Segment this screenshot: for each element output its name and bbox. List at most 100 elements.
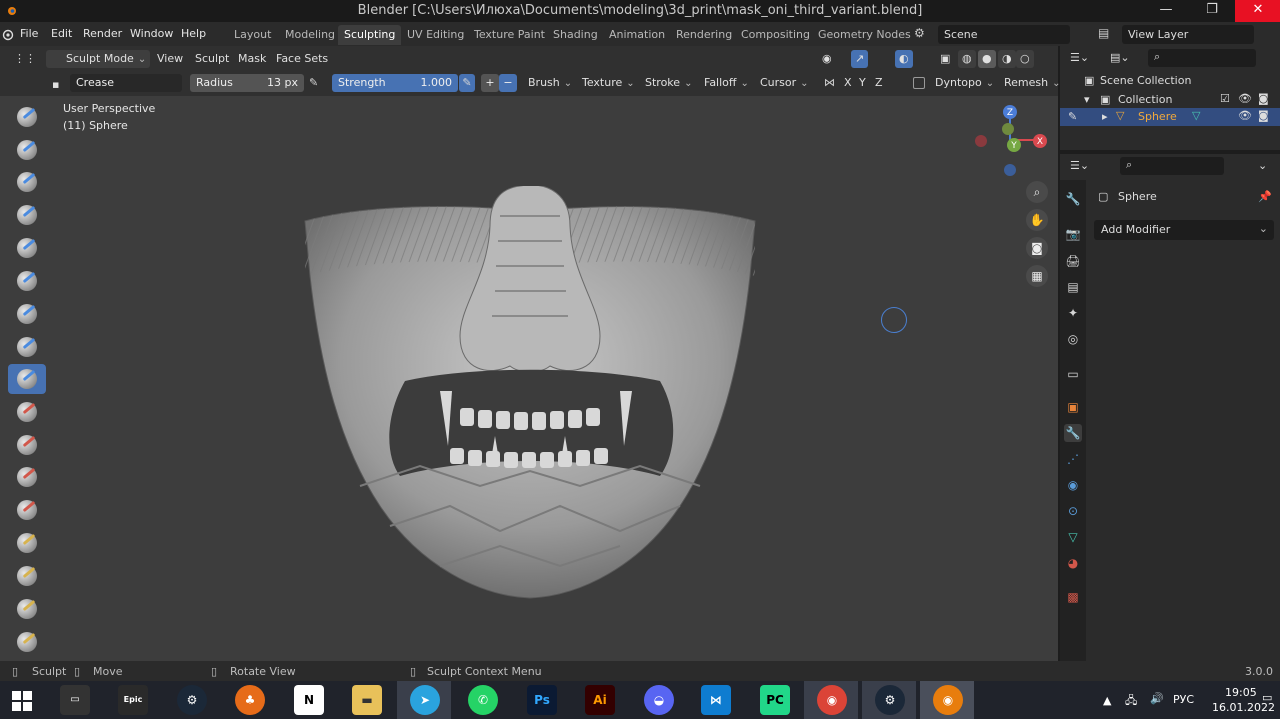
symmetry-y-toggle[interactable]: Y — [855, 74, 870, 92]
epic-games-app-icon[interactable]: Epic Games — [118, 685, 148, 715]
chrome-app-icon[interactable]: ◉ — [817, 685, 847, 715]
shading-material-icon[interactable]: ◑ — [998, 50, 1016, 68]
texture-dropdown[interactable]: Texture — [578, 74, 639, 92]
brush-dropdown[interactable]: Brush — [524, 74, 576, 92]
tool-clay[interactable] — [8, 167, 46, 197]
windows-start-icon[interactable] — [12, 691, 32, 711]
gizmo-toggle-icon[interactable]: ↗ — [851, 50, 869, 68]
editor-type-icon[interactable]: ⋮⋮ — [10, 50, 40, 68]
volume-icon[interactable]: 🔊 — [1150, 692, 1164, 705]
tool-tab-icon[interactable]: 🔧 — [1064, 190, 1082, 208]
outliner-filter-icon[interactable]: ▤⌄ — [1110, 51, 1130, 64]
tool-grab[interactable] — [8, 594, 46, 624]
tab-sculpting[interactable]: Sculpting — [338, 25, 402, 45]
stroke-dropdown[interactable]: Stroke — [641, 74, 696, 92]
tool-elastic-deform[interactable] — [8, 627, 46, 657]
menu-edit[interactable]: Edit — [51, 27, 72, 40]
steam-window-icon[interactable]: ⚙ — [875, 685, 905, 715]
tab-rendering[interactable]: Rendering — [670, 25, 738, 45]
mesh-data-tab-icon[interactable]: ▽ — [1064, 528, 1082, 546]
tool-draw[interactable] — [8, 102, 46, 132]
direction-subtract-button[interactable]: − — [499, 74, 517, 92]
falloff-dropdown[interactable]: Falloff — [700, 74, 753, 92]
collection-label[interactable]: Collection — [1118, 93, 1172, 106]
dyntopo-dropdown[interactable]: Dyntopo — [931, 74, 998, 92]
properties-options-icon[interactable]: ⌄ — [1258, 159, 1267, 172]
material-tab-icon[interactable]: ◕ — [1064, 554, 1082, 572]
3d-viewport[interactable]: User Perspective (11) Sphere Z X Y ⌕ ✋ ◙… — [0, 96, 1058, 661]
scene-collection-label[interactable]: Scene Collection — [1100, 74, 1191, 87]
vscode-app-icon[interactable]: ⋈ — [701, 685, 731, 715]
outliner-row-sphere[interactable]: ✎ ▸ ▽ Sphere ▽ 👁 ◙ — [1060, 108, 1280, 126]
sphere-visibility-icon[interactable]: 👁 — [1238, 109, 1252, 122]
xray-icon[interactable]: ▣ — [936, 50, 954, 68]
terminal-app-icon[interactable]: ▭ — [60, 685, 90, 715]
sphere-render-icon[interactable]: ◙ — [1258, 109, 1269, 122]
collection-render-icon[interactable]: ◙ — [1258, 92, 1269, 105]
remesh-dropdown[interactable]: Remesh — [1000, 74, 1065, 92]
collection-expand-icon[interactable]: ▾ — [1084, 93, 1090, 106]
menu-help[interactable]: Help — [181, 27, 206, 40]
overlay-toggle-icon[interactable]: ◐ — [895, 50, 913, 68]
telegram-app-icon[interactable]: ➤ — [410, 685, 440, 715]
world-tab-icon[interactable]: ◎ — [1064, 330, 1082, 348]
minimize-button[interactable]: — — [1143, 0, 1189, 22]
menu-face-sets[interactable]: Face Sets — [272, 50, 332, 68]
properties-editor-icon[interactable]: ☰⌄ — [1070, 159, 1089, 172]
constraints-tab-icon[interactable]: ⊙ — [1064, 502, 1082, 520]
dyntopo-checkbox[interactable] — [913, 77, 925, 89]
tool-flatten[interactable] — [8, 430, 46, 460]
fl-studio-app-icon[interactable]: ♣ — [235, 685, 265, 715]
file-explorer-app-icon[interactable]: ▬ — [352, 685, 382, 715]
scene-tab-icon[interactable]: ✦ — [1064, 304, 1082, 322]
discord-app-icon[interactable]: ◒ — [644, 685, 674, 715]
tray-chevron-up-icon[interactable]: ▲ — [1103, 694, 1111, 707]
cursor-dropdown[interactable]: Cursor — [756, 74, 813, 92]
close-button[interactable]: ✕ — [1235, 0, 1280, 22]
tab-modeling[interactable]: Modeling — [279, 25, 341, 45]
tab-compositing[interactable]: Compositing — [735, 25, 816, 45]
strength-slider[interactable]: Strength 1.000 — [332, 74, 458, 92]
network-icon[interactable]: 🖧 — [1125, 692, 1137, 711]
tool-scrape[interactable] — [8, 495, 46, 525]
tool-draw-sharp[interactable] — [8, 135, 46, 165]
visibility-icon[interactable]: ◉ — [818, 50, 836, 68]
menu-window[interactable]: Window — [130, 27, 173, 40]
direction-add-button[interactable]: + — [481, 74, 499, 92]
view-layer-field[interactable]: View Layer — [1122, 25, 1254, 44]
tool-clay-thumb[interactable] — [8, 233, 46, 263]
tool-pinch[interactable] — [8, 561, 46, 591]
tab-geometry-nodes[interactable]: Geometry Nodes — [812, 25, 917, 45]
radius-slider[interactable]: Radius 13 px — [190, 74, 304, 92]
tab-animation[interactable]: Animation — [603, 25, 671, 45]
maximize-button[interactable]: ❐ — [1189, 0, 1235, 22]
physics-tab-icon[interactable]: ◉ — [1064, 476, 1082, 494]
outliner-editor-icon[interactable]: ☰⌄ — [1070, 51, 1089, 64]
symmetry-x-toggle[interactable]: X — [840, 74, 856, 92]
keyboard-language[interactable]: РУС — [1173, 693, 1194, 706]
render-tab-icon[interactable]: 📷 — [1064, 225, 1082, 243]
pin-icon[interactable]: 📌 — [1258, 190, 1272, 203]
menu-file[interactable]: File — [20, 27, 38, 40]
collection-tab-icon[interactable]: ▭ — [1064, 365, 1082, 383]
tab-layout[interactable]: Layout — [228, 25, 277, 45]
menu-render[interactable]: Render — [83, 27, 122, 40]
radius-pressure-icon[interactable]: ✎ — [309, 76, 318, 89]
pycharm-app-icon[interactable]: PC — [760, 685, 790, 715]
tool-clay-strips[interactable] — [8, 200, 46, 230]
collection-checkbox[interactable]: ☑ — [1220, 92, 1230, 105]
menu-mask[interactable]: Mask — [234, 50, 270, 68]
mode-selector[interactable]: Sculpt Mode — [46, 50, 151, 68]
shading-wireframe-icon[interactable]: ◍ — [958, 50, 976, 68]
navigation-gizmo[interactable]: Z X Y — [968, 102, 1052, 182]
sculpt-mesh-mask[interactable] — [300, 186, 760, 606]
outliner-search-input[interactable]: ⌕ — [1148, 49, 1256, 67]
illustrator-app-icon[interactable]: Ai — [585, 685, 615, 715]
tab-texture-paint[interactable]: Texture Paint — [468, 25, 551, 45]
scene-selector-icon[interactable]: ⚙ — [914, 26, 925, 40]
clock-time[interactable]: 19:05 — [1225, 686, 1257, 699]
menu-sculpt[interactable]: Sculpt — [191, 50, 233, 68]
brush-name-field[interactable]: Crease — [70, 74, 182, 92]
particles-tab-icon[interactable]: ⋰ — [1064, 450, 1082, 468]
menu-view[interactable]: View — [153, 50, 187, 68]
